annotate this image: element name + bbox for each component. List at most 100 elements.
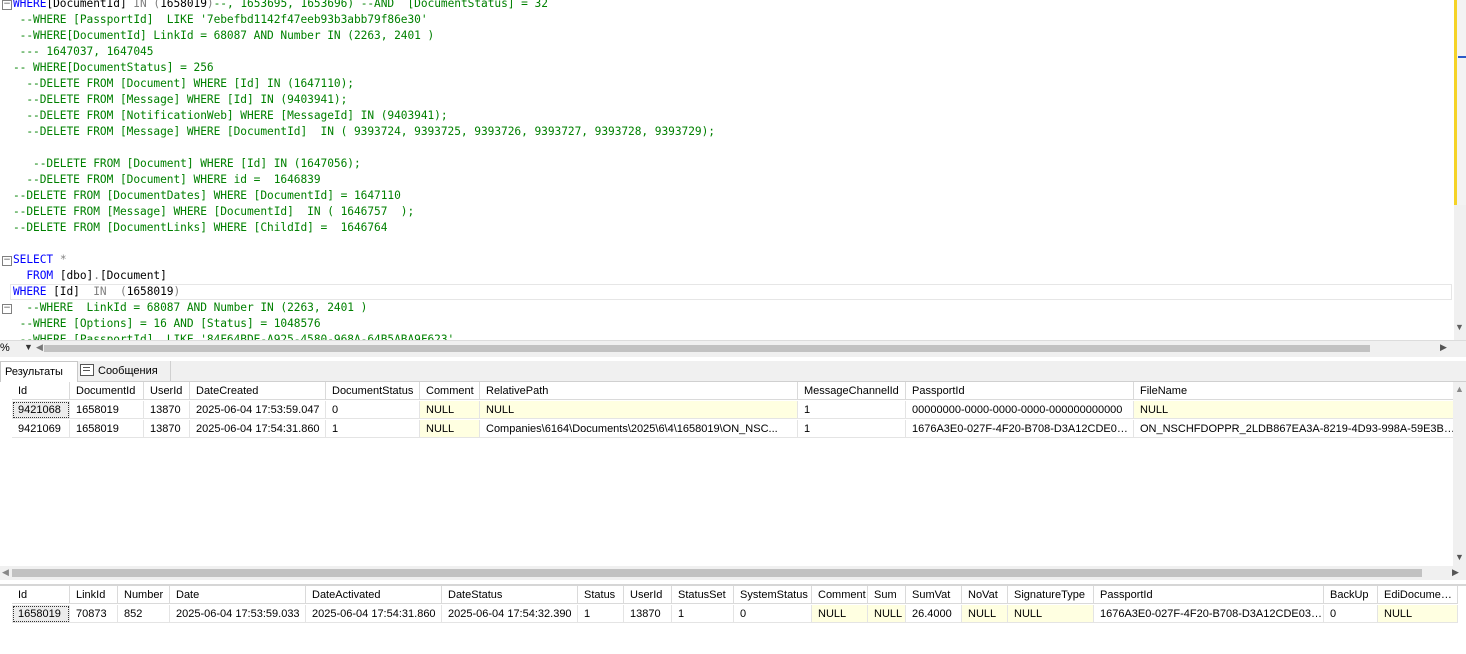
column-header-date[interactable]: Date [170, 586, 306, 604]
table-cell[interactable]: NULL [962, 605, 1008, 623]
column-header-datecreated[interactable]: DateCreated [190, 382, 326, 400]
table-cell[interactable]: 1658019 [12, 605, 70, 623]
result-grid-2[interactable]: Id LinkId Number Date DateActivated DateStatu… [0, 584, 1466, 654]
table-cell[interactable]: NULL [1378, 605, 1458, 623]
table-cell[interactable]: NULL [480, 401, 798, 419]
table-cell[interactable]: 70873 [70, 605, 118, 623]
table-cell[interactable]: 9421069 [12, 420, 70, 438]
tab-results[interactable]: Результаты [0, 361, 78, 382]
grid1-vertical-scrollbar[interactable]: ▲ ▼ [1453, 382, 1466, 566]
table-cell[interactable]: NULL [1134, 401, 1460, 419]
column-header-edidocumentid[interactable]: EdiDocumentId [1378, 586, 1458, 604]
grid1-scroll-right-icon[interactable]: ▶ [1452, 567, 1459, 578]
column-header-documentstatus[interactable]: DocumentStatus [326, 382, 420, 400]
scroll-left-arrow-icon[interactable]: ◀ [36, 342, 43, 353]
zoom-and-horizontal-scroll-bar: % ▼ ◀ ▶ [0, 340, 1466, 357]
code-token: --WHERE [Options] = 16 AND [Status] = 10… [13, 317, 321, 330]
table-cell[interactable]: 26.4000 [906, 605, 962, 623]
column-header-backup[interactable]: BackUp [1324, 586, 1378, 604]
fold-toggle-icon[interactable]: − [2, 256, 12, 266]
column-header-documentid[interactable]: DocumentId [70, 382, 144, 400]
code-token: --DELETE FROM [NotificationWeb] WHERE [M… [13, 109, 448, 122]
table-cell[interactable]: 1676A3E0-027F-4F20-B708-D3A12CDE03E2 [906, 420, 1134, 438]
column-header-signaturetype[interactable]: SignatureType [1008, 586, 1094, 604]
code-line: --- 1647037, 1647045 [13, 44, 154, 60]
table-cell[interactable]: Companies\6164\Documents\2025\6\4\165801… [480, 420, 798, 438]
table-cell[interactable]: 1 [672, 605, 734, 623]
table-cell[interactable]: 2025-06-04 17:53:59.033 [170, 605, 306, 623]
table-cell[interactable]: 1676A3E0-027F-4F20-B708-D3A12CDE03E2 [1094, 605, 1324, 623]
result-grid-1[interactable]: Id DocumentId UserId DateCreated DocumentSta… [0, 382, 1466, 566]
code-token: 1658019 [160, 0, 207, 10]
column-header-comment[interactable]: Comment [812, 586, 868, 604]
column-header-comment[interactable]: Comment [420, 382, 480, 400]
column-header-filename[interactable]: FileName [1134, 382, 1460, 400]
table-cell[interactable]: NULL [868, 605, 906, 623]
table-cell[interactable]: 852 [118, 605, 170, 623]
column-header-status[interactable]: Status [578, 586, 624, 604]
editor-horizontal-scroll-thumb[interactable] [44, 345, 1370, 352]
current-line-highlight [10, 284, 1452, 300]
table-cell[interactable]: 1 [798, 420, 906, 438]
table-cell[interactable]: 0 [326, 401, 420, 419]
grid1-scroll-down-icon[interactable]: ▼ [1455, 552, 1464, 562]
table-cell[interactable]: NULL [420, 401, 480, 419]
table-cell[interactable]: 2025-06-04 17:54:31.860 [190, 420, 326, 438]
table-cell[interactable]: 13870 [624, 605, 672, 623]
scroll-right-arrow-icon[interactable]: ▶ [1440, 342, 1447, 353]
table-cell[interactable]: 13870 [144, 420, 190, 438]
table-cell[interactable]: 00000000-0000-0000-0000-000000000000 [906, 401, 1134, 419]
table-cell[interactable]: 1 [578, 605, 624, 623]
code-token: --WHERE [PassportId] LIKE '84F64BDE-A925… [13, 333, 455, 340]
column-header-relativepath[interactable]: RelativePath [480, 382, 798, 400]
table-cell[interactable]: ON_NSCHFDOPPR_2LDB867EA3A-8219-4D93-998A… [1134, 420, 1460, 438]
table-cell[interactable]: 13870 [144, 401, 190, 419]
grid1-horizontal-scrollbar[interactable]: ◀ ▶ [0, 566, 1466, 580]
zoom-dropdown-icon[interactable]: ▼ [24, 342, 33, 352]
table-cell[interactable]: NULL [1008, 605, 1094, 623]
column-header-sumvat[interactable]: SumVat [906, 586, 962, 604]
column-header-systemstatus[interactable]: SystemStatus [734, 586, 812, 604]
code-token: FROM [13, 269, 60, 282]
column-header-sum[interactable]: Sum [868, 586, 906, 604]
scroll-down-arrow-icon[interactable]: ▼ [1455, 322, 1464, 332]
tab-messages[interactable]: Сообщения [76, 361, 171, 381]
column-header-userid[interactable]: UserId [624, 586, 672, 604]
column-header-id[interactable]: Id [12, 586, 70, 604]
column-header-dateactivated[interactable]: DateActivated [306, 586, 442, 604]
table-cell[interactable]: NULL [812, 605, 868, 623]
column-header-id[interactable]: Id [12, 382, 70, 400]
grid1-scroll-thumb[interactable] [12, 569, 1422, 577]
table-cell[interactable]: 1 [326, 420, 420, 438]
code-token: --DELETE FROM [Document] WHERE [Id] IN (… [13, 77, 354, 90]
column-header-datestatus[interactable]: DateStatus [442, 586, 578, 604]
grid1-scroll-left-icon[interactable]: ◀ [2, 567, 9, 578]
column-header-passportid[interactable]: PassportId [1094, 586, 1324, 604]
fold-toggle-icon[interactable]: − [2, 0, 12, 10]
editor-vertical-scrollbar[interactable] [1454, 0, 1466, 340]
table-cell[interactable]: NULL [420, 420, 480, 438]
table-cell[interactable]: 2025-06-04 17:53:59.047 [190, 401, 326, 419]
table-cell[interactable]: 9421068 [12, 401, 70, 419]
column-header-userid[interactable]: UserId [144, 382, 190, 400]
table-cell[interactable]: 0 [1324, 605, 1378, 623]
table-cell[interactable]: 0 [734, 605, 812, 623]
table-cell[interactable]: 2025-06-04 17:54:32.390 [442, 605, 578, 623]
table-cell[interactable]: 1 [798, 401, 906, 419]
column-header-number[interactable]: Number [118, 586, 170, 604]
zoom-level[interactable]: % [0, 342, 10, 354]
code-line: --DELETE FROM [NotificationWeb] WHERE [M… [13, 108, 448, 124]
column-header-messagechannelid[interactable]: MessageChannelId [798, 382, 906, 400]
table-cell[interactable]: 1658019 [70, 401, 144, 419]
column-header-passportid[interactable]: PassportId [906, 382, 1134, 400]
column-header-novat[interactable]: NoVat [962, 586, 1008, 604]
fold-toggle-icon[interactable]: − [2, 304, 12, 314]
code-token: [DocumentId] [46, 0, 134, 10]
table-cell[interactable]: 2025-06-04 17:54:31.860 [306, 605, 442, 623]
table-cell[interactable]: 1658019 [70, 420, 144, 438]
code-line: --WHERE[DocumentId] LinkId = 68087 AND N… [13, 28, 435, 44]
grid1-scroll-up-icon[interactable]: ▲ [1455, 384, 1464, 394]
column-header-statusset[interactable]: StatusSet [672, 586, 734, 604]
code-token: [dbo] [59, 269, 94, 282]
column-header-linkid[interactable]: LinkId [70, 586, 118, 604]
